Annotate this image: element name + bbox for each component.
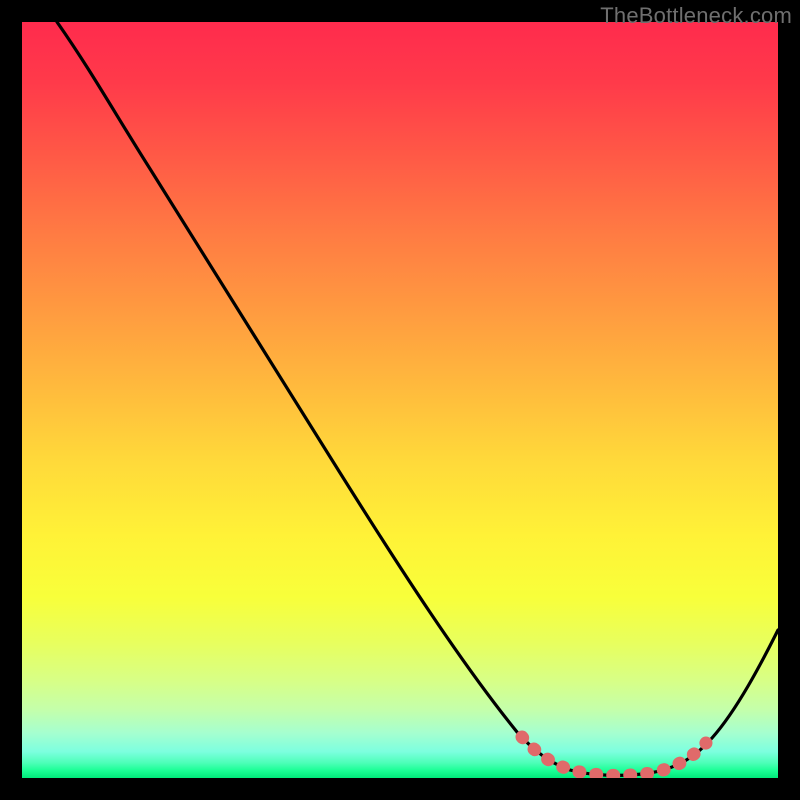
- chart-frame: TheBottleneck.com: [0, 0, 800, 800]
- optimal-range-highlight: [522, 737, 706, 775]
- watermark-text: TheBottleneck.com: [600, 3, 792, 29]
- curve-path: [57, 22, 778, 775]
- bottleneck-curve: [22, 22, 778, 778]
- plot-area: [22, 22, 778, 778]
